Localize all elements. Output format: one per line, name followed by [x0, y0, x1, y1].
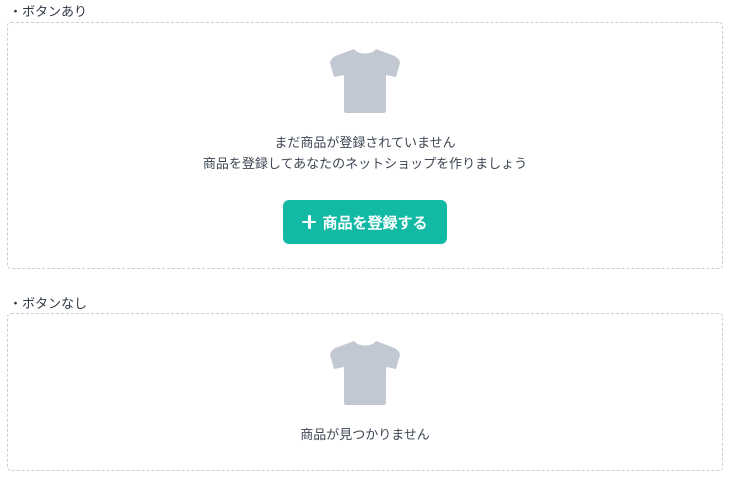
tshirt-icon	[330, 341, 400, 405]
empty-message-line2: 商品を登録してあなたのネットショップを作りましょう	[202, 157, 528, 172]
plus-icon	[302, 215, 317, 229]
empty-message-not-found: 商品が見つかりません	[300, 428, 430, 443]
empty-state-panel-with-button: まだ商品が登録されていません 商品を登録してあなたのネットショップを作りましょう…	[7, 22, 723, 269]
register-product-button[interactable]: 商品を登録する	[283, 200, 447, 244]
empty-message-line1: まだ商品が登録されていません	[274, 136, 456, 151]
section-label-with-button: ・ボタンあり	[9, 5, 88, 20]
register-product-button-label: 商品を登録する	[322, 213, 428, 232]
tshirt-icon	[330, 49, 400, 113]
empty-state-panel-without-button: 商品が見つかりません	[7, 313, 723, 471]
section-label-without-button: ・ボタンなし	[9, 297, 88, 312]
